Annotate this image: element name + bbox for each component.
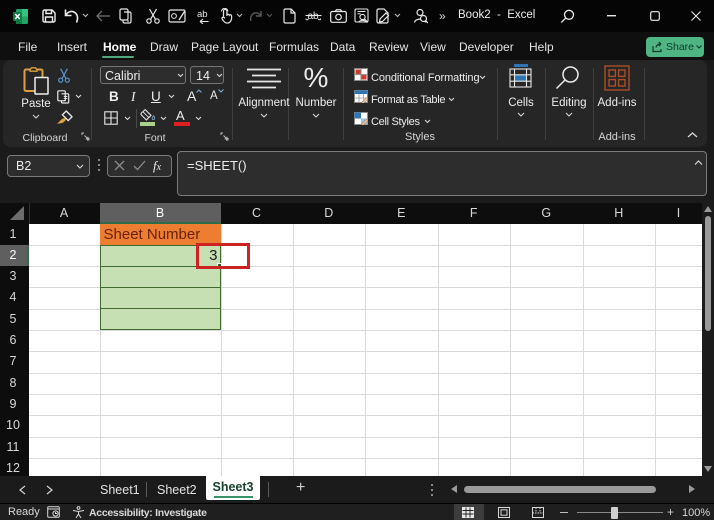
svg-text:ab: ab — [197, 9, 208, 20]
svg-text:ab: ab — [308, 11, 320, 22]
